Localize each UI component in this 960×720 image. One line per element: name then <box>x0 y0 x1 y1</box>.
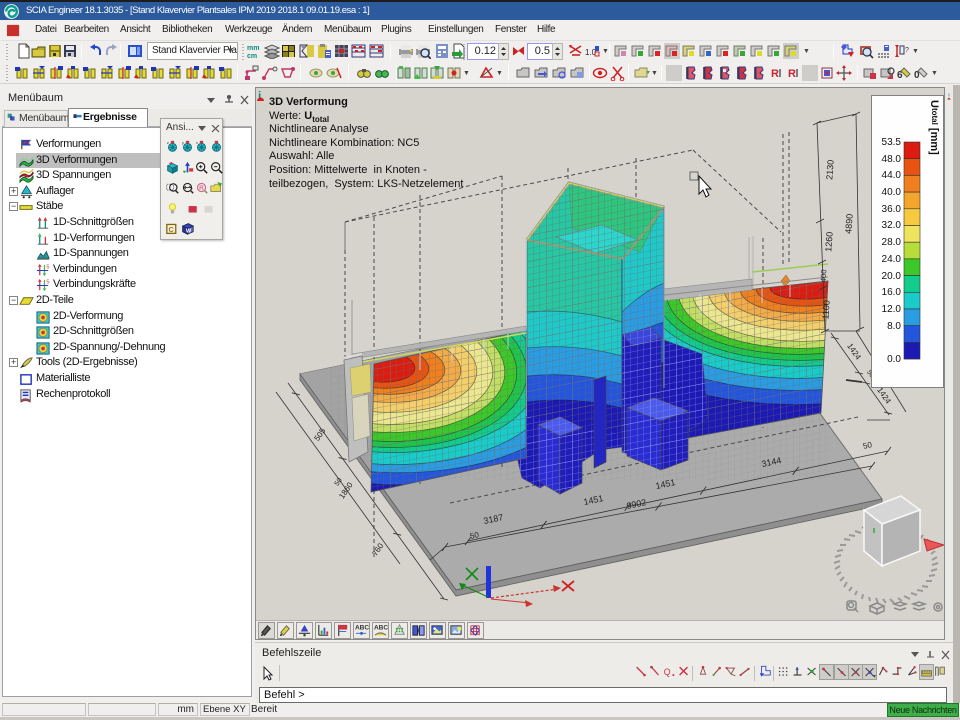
svg-text:Q: Q <box>664 667 671 677</box>
svg-text:44.0: 44.0 <box>882 170 902 181</box>
svg-text:0.0: 0.0 <box>887 354 901 365</box>
svg-text:8.0: 8.0 <box>887 321 901 332</box>
svg-text:760: 760 <box>370 541 385 558</box>
svg-text:ABC: ABC <box>374 625 388 632</box>
svg-text:4890: 4890 <box>843 213 854 234</box>
svg-text:20.0: 20.0 <box>882 271 902 282</box>
svg-text:?: ? <box>905 47 909 54</box>
svg-text:R: R <box>199 185 204 192</box>
svg-text:5: 5 <box>46 264 49 270</box>
svg-text:x: x <box>196 140 198 145</box>
svg-text:i: i <box>948 93 949 98</box>
svg-text:5: 5 <box>46 280 49 286</box>
svg-text:50: 50 <box>334 477 344 487</box>
svg-text:1424: 1424 <box>845 342 863 362</box>
svg-text:W: W <box>185 229 191 235</box>
svg-text:505: 505 <box>312 426 327 443</box>
svg-text:ABC: ABC <box>355 625 369 632</box>
svg-text:C: C <box>168 225 174 234</box>
svg-text:R: R <box>771 68 779 80</box>
svg-text:24.0: 24.0 <box>882 254 902 265</box>
svg-text:mm: mm <box>247 45 259 52</box>
svg-text:53.5: 53.5 <box>882 137 902 148</box>
svg-text:1100: 1100 <box>820 300 831 320</box>
svg-text:8: 8 <box>10 116 13 122</box>
svg-text:1260: 1260 <box>823 231 834 252</box>
svg-text:28.0: 28.0 <box>882 237 902 248</box>
svg-text:50: 50 <box>862 440 873 451</box>
svg-text:16.0: 16.0 <box>882 287 902 298</box>
svg-text:40.0: 40.0 <box>882 187 902 198</box>
svg-text:36.0: 36.0 <box>882 204 902 215</box>
svg-text:cm: cm <box>247 53 257 59</box>
svg-text:12.0: 12.0 <box>882 304 902 315</box>
svg-text:32.0: 32.0 <box>882 220 902 231</box>
svg-text:400: 400 <box>819 269 829 282</box>
svg-text:R: R <box>788 68 796 80</box>
svg-text:2130: 2130 <box>824 159 835 180</box>
svg-text:z: z <box>167 140 169 145</box>
svg-text:48.0: 48.0 <box>882 154 902 165</box>
